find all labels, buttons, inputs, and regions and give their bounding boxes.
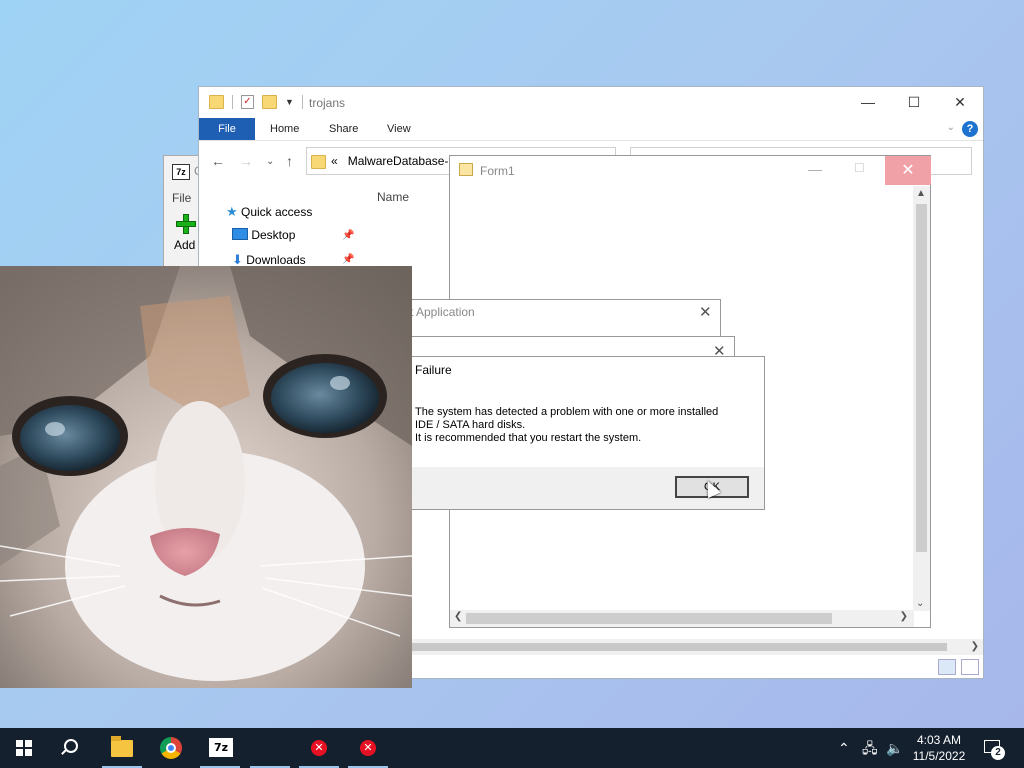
sevenzip-app-icon: 7z (172, 164, 190, 180)
error-message: The system has detected a problem with o… (415, 406, 719, 444)
horizontal-scrollbar[interactable]: ❯ (399, 639, 983, 655)
divider (232, 95, 233, 109)
search-icon[interactable] (64, 739, 78, 753)
close-button[interactable]: ✕ (937, 87, 983, 117)
maximize-button[interactable]: ☐ (891, 87, 937, 117)
start-icon[interactable] (16, 740, 32, 756)
help-icon[interactable]: ? (962, 121, 978, 137)
add-plus-icon[interactable] (176, 214, 196, 234)
volume-icon[interactable]: 🔈 (886, 728, 903, 768)
folder-icon (311, 155, 326, 169)
chevron-up-icon[interactable]: ⌃ (838, 728, 850, 768)
tab-home[interactable]: Home (270, 118, 299, 140)
minimize-button[interactable]: — (845, 87, 891, 117)
chrome-icon[interactable] (160, 737, 182, 759)
large-icons-view-icon[interactable] (961, 659, 979, 675)
details-view-icon[interactable] (938, 659, 956, 675)
notification-count-badge: 2 (991, 746, 1005, 760)
error-app-icon[interactable]: ✕ (360, 740, 376, 756)
scrollbar-thumb[interactable] (407, 643, 947, 651)
clock-time: 4:03 AM (916, 733, 962, 747)
vertical-scrollbar[interactable]: ▲ ⌄ (913, 186, 930, 611)
scrollbar-thumb[interactable] (466, 613, 832, 624)
ribbon-tabs: File Home Share View ⌄ ? (199, 118, 983, 141)
scroll-right-icon[interactable]: ❯ (971, 639, 979, 655)
back-arrow-icon[interactable]: ← (211, 153, 225, 169)
file-explorer-icon[interactable] (111, 736, 133, 757)
chevron-down-icon[interactable]: ⌄ (947, 122, 955, 133)
sidebar-item-label: Downloads (246, 253, 306, 267)
recent-locations-icon[interactable]: ⌄ (266, 156, 274, 167)
close-button[interactable]: ✕ (885, 156, 931, 185)
form-app-icon (459, 163, 473, 176)
network-icon[interactable]: 🖧 (862, 728, 878, 768)
desktop-icon (232, 228, 248, 240)
taskbar-hidden-app[interactable] (246, 728, 294, 768)
scrollbar-thumb[interactable] (916, 204, 927, 552)
clock-date: 11/5/2022 (912, 749, 966, 763)
maximize-button[interactable]: ☐ (854, 161, 865, 175)
sidebar-item-label: Quick access (241, 205, 313, 219)
dialog-title: t Application (410, 305, 475, 319)
tab-file[interactable]: File (199, 118, 255, 140)
sidebar-item-quick-access[interactable]: ★ Quick access (226, 204, 312, 220)
new-folder-icon[interactable] (262, 95, 277, 109)
cat-photo (0, 266, 412, 688)
clock[interactable]: 4:03 AM 11/5/2022 (906, 732, 972, 764)
breadcrumb[interactable]: « MalwareDatabase-... (331, 154, 458, 168)
sevenzip-add-button[interactable]: Add (174, 238, 195, 252)
quick-access-dropdown-icon[interactable]: ▼ (285, 97, 294, 107)
scroll-left-icon[interactable]: ❮ (454, 611, 462, 622)
form1-title: Form1 (480, 164, 515, 178)
minimize-button[interactable]: — (808, 161, 822, 177)
sevenzip-menu-file[interactable]: File (172, 191, 191, 205)
horizontal-scrollbar[interactable]: ❮ ❯ (450, 610, 914, 627)
divider (301, 95, 303, 109)
tab-view[interactable]: View (387, 118, 411, 140)
explorer-window-title: trojans (309, 96, 346, 110)
up-arrow-icon[interactable]: ↑ (286, 153, 293, 169)
star-icon: ★ (226, 204, 238, 219)
column-header-name[interactable]: Name (377, 190, 409, 204)
close-icon[interactable]: ✕ (699, 303, 712, 321)
download-arrow-icon: ⬇ (232, 252, 243, 267)
7zip-icon[interactable]: 7z (209, 738, 233, 757)
sidebar-item-label: Desktop (251, 228, 296, 242)
pin-icon[interactable]: 📌 (342, 230, 354, 241)
taskbar: 7z ✕ ✕ ⌃ 🖧 🔈 4:03 AM 11/5/2022 2 (0, 728, 1024, 768)
sidebar-item-desktop[interactable]: Desktop (232, 228, 295, 242)
explorer-titlebar[interactable]: ✓ ▼ trojans — ☐ ✕ (199, 87, 983, 117)
error-app-icon[interactable]: ✕ (311, 740, 327, 756)
scroll-down-icon[interactable]: ⌄ (916, 598, 924, 609)
scroll-up-icon[interactable]: ▲ (916, 188, 926, 199)
dialog-title: Failure (415, 363, 452, 377)
pin-icon[interactable]: 📌 (342, 254, 354, 265)
folder-icon (209, 95, 224, 109)
forward-arrow-icon[interactable]: → (239, 153, 253, 169)
tab-share[interactable]: Share (329, 118, 358, 140)
scroll-right-icon[interactable]: ❯ (900, 611, 908, 622)
properties-icon[interactable]: ✓ (241, 95, 254, 109)
